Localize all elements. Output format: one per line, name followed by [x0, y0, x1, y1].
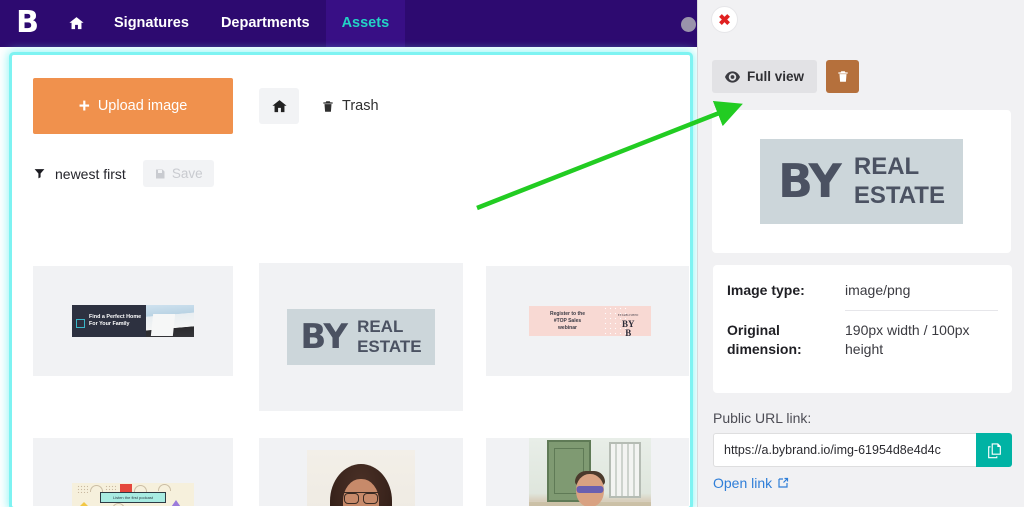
webinar-line3: webinar — [535, 325, 601, 332]
upload-image-button[interactable]: + Upload image — [33, 78, 233, 134]
thumbnail-banner-home: Find a Perfect Home For Your Family — [72, 305, 194, 337]
metadata-key: Original dimension: — [727, 321, 845, 359]
avatar[interactable] — [681, 17, 696, 32]
asset-preview-card: BY REAL ESTATE — [712, 110, 1011, 253]
public-url-label: Public URL link: — [713, 410, 1012, 426]
preview-estate-text: ESTATE — [854, 182, 945, 211]
nav-item-assets[interactable]: Assets — [326, 0, 406, 47]
asset-tile-photo-woman[interactable] — [259, 438, 463, 507]
asset-preview-image: BY REAL ESTATE — [760, 139, 963, 225]
open-link-label: Open link — [713, 475, 772, 491]
close-icon[interactable]: ✖ — [711, 6, 738, 33]
glasses-icon — [344, 492, 378, 501]
home-icon[interactable] — [54, 15, 98, 32]
banner-home-line1: Find a Perfect Home — [89, 314, 152, 321]
sunglasses-icon — [576, 486, 603, 493]
thumb-by-text: BY — [300, 317, 347, 357]
save-button[interactable]: Save — [143, 160, 214, 187]
metadata-divider — [845, 310, 998, 311]
full-view-button[interactable]: Full view — [712, 60, 817, 93]
plus-icon: + — [79, 97, 90, 116]
metadata-row-image-type: Image type: image/png — [727, 281, 998, 300]
asset-tile-photo-man[interactable] — [486, 438, 690, 507]
gallery-home-button[interactable] — [259, 88, 299, 124]
assets-toolbar: + Upload image Trash — [33, 78, 385, 134]
open-link-anchor[interactable]: Open link — [713, 475, 789, 491]
external-link-icon — [777, 477, 789, 489]
asset-tile-banner-find-a-perfect-home[interactable]: Find a Perfect Home For Your Family — [33, 266, 233, 376]
metadata-value: image/png — [845, 281, 998, 300]
filter-icon[interactable] — [33, 167, 46, 180]
banner-home-photo — [146, 305, 194, 337]
asset-tile-banner-top-sales-webinar[interactable]: Register to the #TOP Sales webinar ESTAB… — [486, 266, 690, 376]
logo-mark-icon — [76, 319, 85, 328]
thumbnail-by-real-estate: BY REAL ESTATE — [287, 309, 434, 365]
metadata-value: 190px width / 100px height — [845, 321, 998, 359]
webinar-monogram: ESTABLISHED BY B — [618, 311, 639, 336]
thumbnail-photo-man — [529, 438, 651, 507]
doodle-text-box: Listen the first podcast — [100, 492, 166, 503]
banner-home-line2: For Your Family — [89, 321, 152, 328]
save-icon — [154, 168, 166, 180]
sort-order-label[interactable]: newest first — [55, 166, 126, 182]
trash-button[interactable]: Trash — [315, 92, 385, 120]
panel-action-bar: Full view — [712, 60, 859, 93]
metadata-row-original-dimension: Original dimension: 190px width / 100px … — [727, 321, 998, 359]
thumb-estate-text: ESTATE — [357, 337, 422, 357]
thumbnail-banner-doodle: Listen the first podcast — [72, 483, 194, 507]
webinar-monogram-bottom: B — [625, 328, 631, 336]
filter-bar: newest first Save — [33, 160, 214, 187]
metadata-key: Image type: — [727, 281, 845, 300]
top-navbar: B Signatures Departments Assets — [0, 0, 700, 47]
home-icon — [271, 98, 288, 115]
public-url-row — [713, 433, 1012, 467]
trash-icon — [321, 99, 335, 114]
doodle-text: Listen the first podcast — [101, 493, 165, 502]
nav-item-signatures[interactable]: Signatures — [98, 0, 205, 47]
copy-icon — [986, 442, 1003, 459]
thumbnail-banner-webinar: Register to the #TOP Sales webinar ESTAB… — [529, 306, 651, 336]
asset-tile-logo-by-real-estate[interactable]: BY REAL ESTATE — [259, 263, 463, 411]
save-label: Save — [172, 166, 203, 181]
brand-logo[interactable]: B — [0, 8, 54, 40]
full-view-label: Full view — [747, 69, 804, 84]
app-root: B Signatures Departments Assets + Upload… — [0, 0, 1024, 507]
trash-label: Trash — [342, 98, 379, 114]
trash-icon — [836, 69, 850, 84]
assets-content-card: + Upload image Trash newest first Save — [12, 55, 690, 507]
preview-real-text: REAL — [854, 153, 945, 182]
asset-tile-banner-doodle-podcast[interactable]: Listen the first podcast — [33, 438, 233, 507]
thumbnail-photo-woman — [307, 450, 415, 507]
webinar-line1: Register to the — [535, 311, 601, 318]
public-url-input[interactable] — [713, 433, 976, 467]
delete-asset-button[interactable] — [826, 60, 859, 93]
webinar-line2: #TOP Sales — [535, 318, 601, 325]
thumb-real-text: REAL — [357, 317, 422, 337]
eye-icon — [725, 71, 740, 83]
nav-item-departments[interactable]: Departments — [205, 0, 326, 47]
asset-metadata-card: Image type: image/png Original dimension… — [713, 265, 1012, 393]
main-app-area: B Signatures Departments Assets + Upload… — [0, 0, 700, 507]
upload-image-label: Upload image — [98, 98, 187, 114]
copy-url-button[interactable] — [976, 433, 1012, 467]
public-url-block: Public URL link: Open link — [713, 410, 1012, 493]
preview-by-text: BY — [778, 160, 840, 202]
